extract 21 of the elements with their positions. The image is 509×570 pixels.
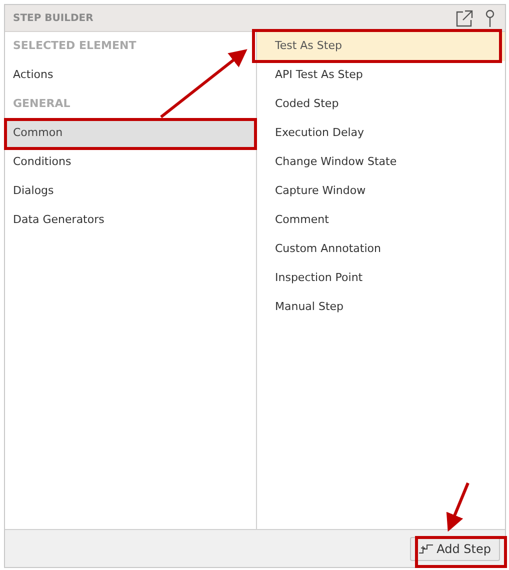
step-item[interactable]: API Test As Step: [257, 61, 505, 90]
section-heading: GENERAL: [12, 96, 72, 112]
annotation-arrow: [446, 482, 470, 532]
step-item[interactable]: Coded Step: [257, 90, 505, 119]
step-item[interactable]: Change Window State: [257, 148, 505, 177]
step-item[interactable]: Comment: [257, 206, 505, 235]
panel-title: STEP BUILDER: [13, 12, 94, 26]
step-item[interactable]: Inspection Point: [257, 264, 505, 293]
category-item[interactable]: Conditions: [5, 148, 256, 177]
step-item[interactable]: Capture Window: [257, 177, 505, 206]
step-item[interactable]: Custom Annotation: [257, 235, 505, 264]
step-item[interactable]: Execution Delay: [257, 119, 505, 148]
stairs-icon: [418, 544, 433, 554]
category-item[interactable]: Dialogs: [5, 177, 256, 206]
category-item[interactable]: Data Generators: [5, 206, 256, 235]
section-heading: SELECTED ELEMENT: [12, 38, 138, 54]
popout-icon[interactable]: [456, 10, 473, 26]
step-item[interactable]: Test As Step: [257, 32, 505, 61]
category-item[interactable]: Actions: [5, 61, 256, 90]
step-item[interactable]: Manual Step: [257, 293, 505, 322]
pin-icon[interactable]: [485, 9, 495, 27]
